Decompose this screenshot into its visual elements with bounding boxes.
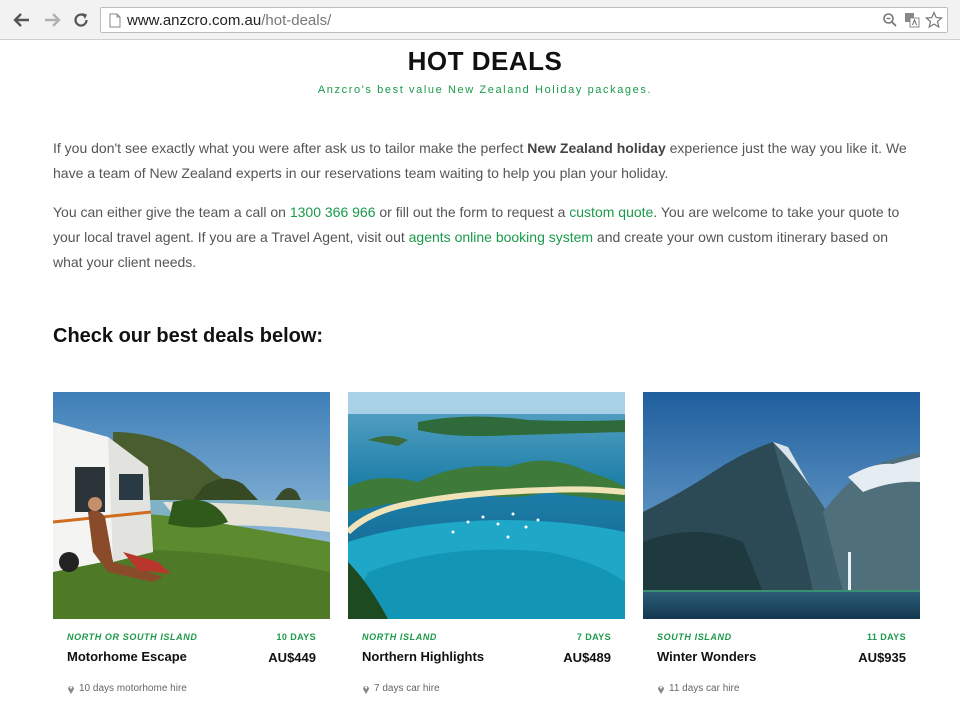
reload-icon [74,13,88,27]
star-icon[interactable] [925,11,943,29]
deal-region: SOUTH ISLAND [657,632,732,642]
deal-photo-motorhome[interactable] [53,392,330,619]
location-pin-icon [363,685,369,694]
deal-duration: 7 DAYS [576,632,611,642]
intro-text: or fill out the form to request a [375,204,570,220]
location-pin-icon [68,685,74,694]
page-title: HOT DEALS [407,46,563,76]
deal-name[interactable]: Northern Highlights [362,649,484,664]
deal-price: AU$489 [563,650,611,665]
zoom-icon[interactable] [881,11,899,29]
deal-name[interactable]: Motorhome Escape [67,649,187,664]
deal-price: AU$935 [858,650,906,665]
intro-text: If you don't see exactly what you were a… [53,140,528,156]
address-bar[interactable]: www.anzcro.com.au/hot-deals/ [100,7,948,33]
url-domain: www.anzcro.com.au [127,12,262,29]
back-button[interactable] [12,10,32,30]
agents-booking-link[interactable]: agents online booking system [409,229,593,245]
deal-name[interactable]: Winter Wonders [657,649,756,664]
url-text: www.anzcro.com.au/hot-deals/ [127,12,331,29]
deal-photo-bay-of-islands[interactable] [348,392,625,619]
translate-icon[interactable] [903,11,921,29]
phone-link[interactable]: 1300 366 966 [290,204,376,220]
back-arrow-icon [13,13,29,27]
deal-photo-milford-sound[interactable] [643,392,920,619]
deal-card-winter-wonders[interactable]: SOUTH ISLAND 11 DAYS Winter Wonders AU$9… [643,392,920,702]
deal-detail: 11 days car hire [657,683,739,694]
intro-bold-text: New Zealand holiday [527,140,666,156]
forward-button[interactable] [42,10,62,30]
deal-detail-text: 11 days car hire [669,683,740,694]
deal-region: NORTH OR SOUTH ISLAND [67,632,198,642]
deal-detail: 7 days car hire [362,683,440,694]
deal-detail-text: 10 days motorhome hire [79,683,187,694]
location-pin-icon [658,685,664,694]
deal-card-motorhome-escape[interactable]: NORTH OR SOUTH ISLAND 10 DAYS Motorhome … [53,392,330,702]
deal-detail-text: 7 days car hire [374,683,440,694]
deal-card-northern-highlights[interactable]: NORTH ISLAND 7 DAYS Northern Highlights … [348,392,625,702]
deal-detail: 10 days motorhome hire [67,683,187,694]
reload-button[interactable] [71,10,91,30]
intro-text: You can either give the team a call on [53,204,290,220]
deal-duration: 10 DAYS [276,632,316,642]
intro-paragraph-2: You can either give the team a call on 1… [53,200,913,275]
page-subtitle: Anzcro's best value New Zealand Holiday … [317,84,653,96]
forward-arrow-icon [45,13,61,27]
custom-quote-link[interactable]: custom quote [569,204,653,220]
deal-region: NORTH ISLAND [362,632,438,642]
deal-duration: 11 DAYS [867,632,906,642]
intro-paragraph-1: If you don't see exactly what you were a… [53,136,913,186]
deal-price: AU$449 [268,650,316,665]
browser-toolbar: www.anzcro.com.au/hot-deals/ [0,0,960,40]
page-icon [109,13,121,33]
deals-heading: Check our best deals below: [53,325,324,347]
url-path: /hot-deals/ [261,12,332,29]
